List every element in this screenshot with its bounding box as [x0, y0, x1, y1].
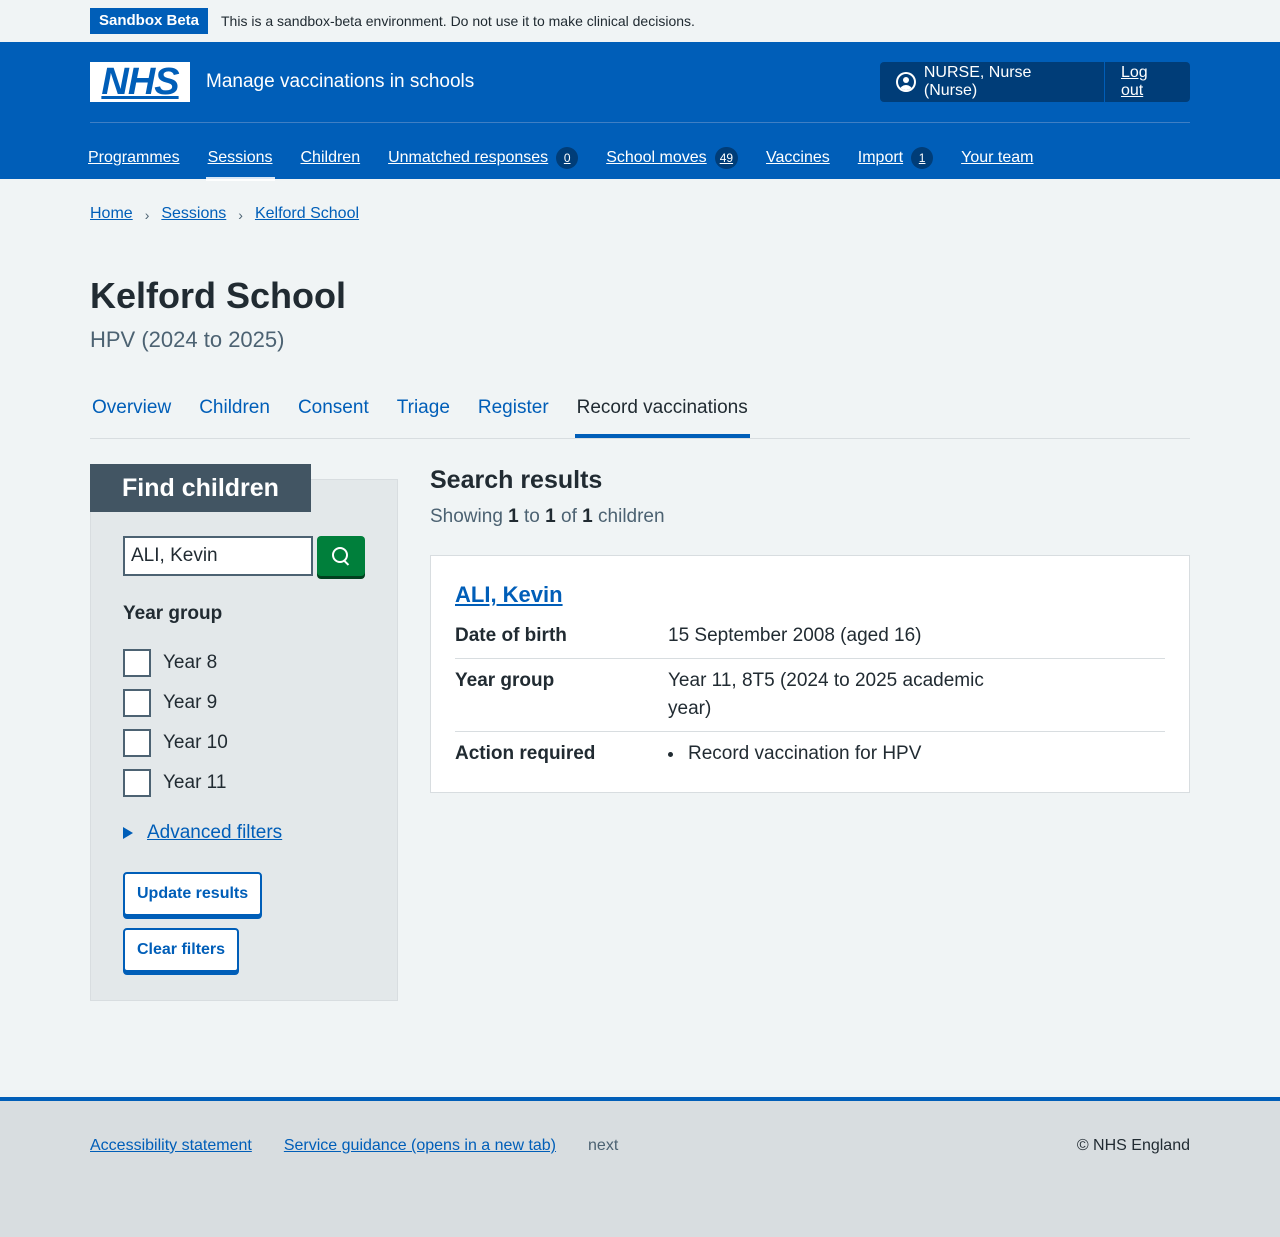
nav-label: Vaccines: [766, 149, 830, 166]
results-to: 1: [545, 506, 556, 527]
nav-school-moves[interactable]: School moves 49: [606, 138, 739, 178]
dob-label: Date of birth: [455, 625, 567, 646]
site-footer: Accessibility statement Service guidance…: [0, 1097, 1280, 1237]
results-total: 1: [582, 506, 593, 527]
search-input[interactable]: [123, 536, 313, 576]
breadcrumb-home[interactable]: Home: [90, 205, 133, 225]
child-card: ALI, Kevin Date of birth 15 September 20…: [430, 555, 1190, 793]
breadcrumb-sessions[interactable]: Sessions: [161, 205, 226, 225]
nav-label: Import: [857, 149, 904, 166]
nav-children[interactable]: Children: [301, 138, 361, 178]
copyright: © NHS England: [1076, 1137, 1190, 1154]
sandbox-banner: Sandbox Beta This is a sandbox-beta envi…: [0, 0, 1280, 42]
nav-label: Programmes: [88, 149, 180, 166]
action-value: Record vaccination for HPV: [668, 740, 1008, 768]
site-header: NHS Manage vaccinations in schools NURSE…: [0, 42, 1280, 181]
count-badge: 49: [714, 147, 739, 169]
nav-vaccines[interactable]: Vaccines: [766, 138, 830, 178]
checkbox-year-10[interactable]: Year 10: [123, 723, 228, 763]
count-badge: 1: [911, 147, 934, 169]
results-suffix: children: [598, 506, 665, 527]
year-group-row: Year group Year 11, 8T5 (2024 to 2025 ac…: [455, 667, 1165, 732]
chevron-right-icon: ›: [238, 207, 243, 223]
nav-divider: [90, 122, 1190, 123]
page-caption: HPV (2024 to 2025): [90, 327, 285, 352]
results-from: 1: [508, 506, 519, 527]
results-count: Showing 1 to 1 of 1 children: [430, 505, 665, 529]
of-word: of: [561, 506, 577, 527]
year-group-value: Year 11, 8T5 (2024 to 2025 academic year…: [668, 670, 984, 719]
tab-triage[interactable]: Triage: [395, 389, 452, 438]
action-label: Action required: [455, 743, 596, 764]
triangle-right-icon: [123, 827, 133, 839]
dob-row: Date of birth 15 September 2008 (aged 16…: [455, 622, 1165, 659]
logout-link[interactable]: Log out: [1105, 64, 1190, 100]
nhs-logo-text: NHS: [101, 61, 179, 103]
year-group-checkboxes: Year 8 Year 9 Year 10 Year 11: [123, 643, 228, 803]
user-icon: [896, 72, 916, 92]
advanced-filters-toggle[interactable]: Advanced filters: [123, 822, 282, 844]
account-bar: NURSE, Nurse (Nurse) Log out: [880, 62, 1190, 102]
nav-label: Children: [300, 149, 361, 166]
dob-value: 15 September 2008 (aged 16): [668, 625, 922, 646]
checkbox-year-11[interactable]: Year 11: [123, 763, 228, 803]
tab-consent[interactable]: Consent: [296, 389, 371, 438]
to-word: to: [524, 506, 540, 527]
nav-label: Sessions: [207, 149, 273, 166]
results-heading: Search results: [430, 466, 603, 494]
checkbox-box[interactable]: [123, 729, 151, 757]
tab-overview[interactable]: Overview: [90, 389, 173, 438]
nav-programmes[interactable]: Programmes: [88, 138, 180, 178]
checkbox-label: Year 9: [163, 692, 218, 713]
nav-your-team[interactable]: Your team: [961, 138, 1033, 178]
year-group-label: Year group: [455, 670, 555, 691]
page-title: Kelford School: [90, 275, 347, 316]
sandbox-tag: Sandbox Beta: [90, 8, 209, 34]
service-name: Manage vaccinations in schools: [206, 71, 475, 92]
search-icon: [332, 547, 350, 565]
nav-unmatched-responses[interactable]: Unmatched responses 0: [388, 138, 579, 178]
update-results-button[interactable]: Update results: [123, 872, 263, 916]
search-row: [123, 536, 365, 576]
nhs-logo[interactable]: NHS: [90, 62, 190, 102]
tab-register[interactable]: Register: [476, 389, 551, 438]
nav-label: Unmatched responses: [388, 149, 549, 166]
session-tabs: Overview Children Consent Triage Registe…: [90, 389, 1190, 439]
accessibility-link[interactable]: Accessibility statement: [90, 1137, 252, 1155]
nav-label: Your team: [961, 149, 1034, 166]
checkbox-label: Year 8: [163, 652, 218, 673]
nav-sessions[interactable]: Sessions: [205, 138, 275, 181]
chevron-right-icon: ›: [144, 207, 150, 223]
service-guidance-link[interactable]: Service guidance (opens in a new tab): [284, 1137, 556, 1155]
year-group-legend: Year group: [123, 603, 223, 624]
checkbox-label: Year 11: [163, 772, 227, 793]
checkbox-label: Year 10: [163, 732, 228, 753]
primary-nav: Programmes Sessions Children Unmatched r…: [88, 138, 1061, 181]
filter-heading: Find children: [90, 464, 311, 512]
nav-label: School moves: [606, 149, 707, 166]
tab-record-vaccinations[interactable]: Record vaccinations: [574, 389, 750, 438]
breadcrumb-school[interactable]: Kelford School: [255, 205, 359, 225]
child-name-link[interactable]: ALI, Kevin: [455, 582, 563, 608]
checkbox-year-8[interactable]: Year 8: [123, 643, 228, 683]
tab-children[interactable]: Children: [197, 389, 272, 438]
action-row: Action required Record vaccination for H…: [455, 740, 1165, 780]
checkbox-year-9[interactable]: Year 9: [123, 683, 228, 723]
checkbox-box[interactable]: [123, 769, 151, 797]
account-user: NURSE, Nurse (Nurse): [880, 62, 1105, 102]
search-button[interactable]: [317, 536, 365, 576]
environment-label: next: [588, 1137, 619, 1154]
sandbox-message: This is a sandbox-beta environment. Do n…: [221, 13, 695, 29]
footer-links: Accessibility statement Service guidance…: [90, 1137, 618, 1155]
count-badge: 0: [556, 147, 579, 169]
nav-import[interactable]: Import 1: [857, 138, 934, 178]
account-user-name: NURSE, Nurse (Nurse): [923, 64, 1032, 99]
advanced-filters-link[interactable]: Advanced filters: [147, 822, 282, 844]
clear-filters-button[interactable]: Clear filters: [123, 928, 240, 972]
showing-prefix: Showing: [430, 506, 503, 527]
checkbox-box[interactable]: [123, 689, 151, 717]
checkbox-box[interactable]: [123, 649, 151, 677]
breadcrumb: Home › Sessions › Kelford School: [90, 205, 359, 225]
